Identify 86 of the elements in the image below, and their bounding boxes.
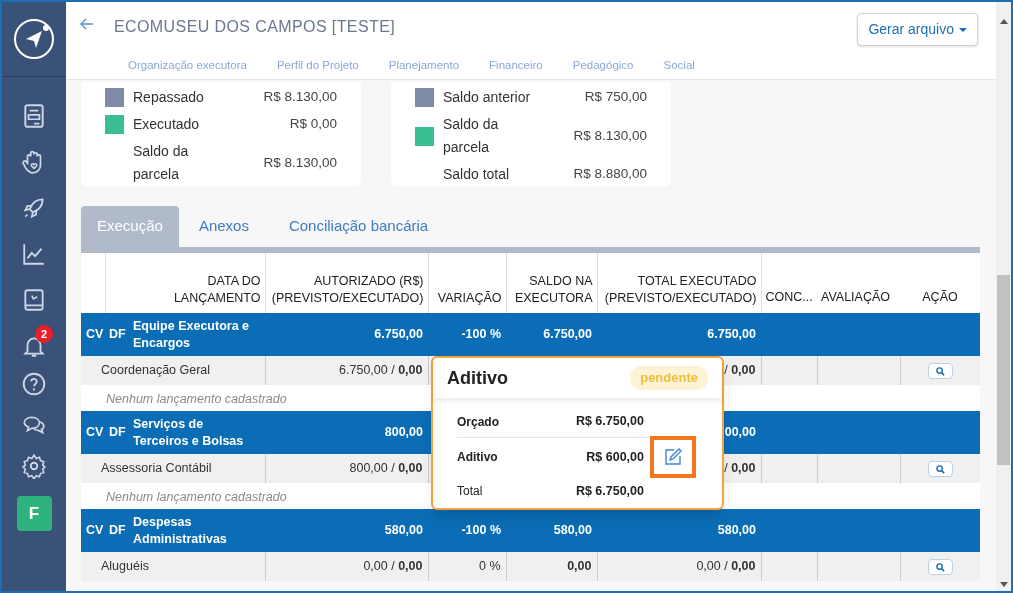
nav-link[interactable]: Perfil do Projeto [276, 57, 359, 75]
summary-value: R$ 8.130,00 [262, 88, 337, 107]
nav-link[interactable]: Financeiro [489, 57, 543, 75]
summary-value: R$ 8.130,00 [572, 126, 647, 145]
summary-label: Executado [133, 115, 201, 134]
tab[interactable]: Execução [81, 206, 179, 247]
table-cell: 580,00 [553, 523, 592, 538]
table-cell: 0,00 [567, 559, 592, 574]
generate-file-button[interactable]: Gerar arquivo [857, 13, 978, 46]
search-icon [935, 562, 945, 572]
table-cell: 00,00 [724, 425, 756, 440]
summary-label: Saldo da parcela [133, 142, 190, 184]
table-cell: / 0,00 [724, 461, 756, 476]
edit-icon [663, 447, 683, 467]
category-name: Serviços de Terceiros e Bolsas [133, 411, 265, 454]
category-name: Despesas Administrativas [133, 509, 265, 552]
popover-value: R$ 6.750,00 [575, 413, 644, 431]
rocket-icon[interactable] [21, 195, 47, 221]
nav-link[interactable]: Social [663, 57, 695, 75]
help-icon[interactable] [21, 371, 47, 397]
popover-value: R$ 600,00 [586, 448, 644, 466]
summary-value: R$ 750,00 [583, 88, 647, 107]
search-button[interactable] [927, 363, 953, 380]
back-arrow-icon[interactable] [80, 18, 94, 30]
summary-label: Saldo da parcela [443, 115, 500, 157]
table-cell: CV [81, 411, 105, 454]
column-header: CONC... [761, 253, 817, 313]
nav-link[interactable]: Pedagógico [572, 57, 634, 75]
table-cell: CV [81, 509, 105, 552]
status-badge: pendente [630, 366, 708, 390]
table-cell: 580,00 [384, 523, 423, 538]
table-cell: CV [81, 313, 105, 356]
summary-label: Saldo total [443, 165, 511, 184]
empty-message: Nenhum lançamento cadastrado [106, 490, 287, 504]
scroll-thumb[interactable] [997, 275, 1010, 465]
table-cell: -100 % [461, 327, 501, 342]
settings-icon[interactable] [21, 453, 47, 479]
table-cell: DF [105, 411, 133, 454]
scroll-down-icon[interactable] [999, 582, 1008, 587]
table-cell: 0 % [478, 559, 501, 574]
table-cell: 580,00 [717, 523, 756, 538]
user-avatar[interactable]: F [16, 496, 52, 531]
book-icon[interactable] [21, 287, 47, 313]
table-cell: Aluguéis [81, 552, 265, 581]
search-button[interactable] [927, 559, 953, 576]
table-cell: -100 % [461, 523, 501, 538]
popover-title: Aditivo [447, 366, 508, 390]
summary-value: R$ 8.880,00 [572, 165, 647, 184]
table-cell: DF [105, 509, 133, 552]
table-cell: 800,00 [384, 425, 423, 440]
search-icon [935, 464, 945, 474]
table-cell: 6.750,00 / 0,00 [339, 363, 423, 378]
table-cell: 6.750,00 [543, 327, 592, 342]
table-cell: 800,00 / 0,00 [349, 461, 423, 476]
table-cell: 0,00 / 0,00 [696, 559, 756, 574]
category-name: Equipe Executora e Encargos [133, 313, 265, 356]
table-cell: 6.750,00 [707, 327, 756, 342]
tab[interactable]: Anexos [184, 206, 263, 247]
table-cell: 0,00 / 0,00 [363, 559, 423, 574]
tab[interactable]: Conciliação bancária [274, 206, 443, 247]
column-header: AVALIAÇÃO [817, 253, 900, 313]
table-cell: / 0,00 [724, 363, 756, 378]
document-icon[interactable] [21, 103, 47, 129]
popover-value: R$ 6.750,00 [575, 482, 644, 500]
column-header: AÇÃO [900, 253, 980, 313]
search-icon [935, 366, 945, 376]
nav-link[interactable]: Organização executora [128, 57, 247, 75]
popover-label: Aditivo [457, 449, 499, 466]
summary-label: Repassado [133, 88, 205, 107]
popover-label: Orçado [457, 413, 500, 431]
table-cell: DF [105, 313, 133, 356]
logo-icon[interactable] [13, 18, 55, 60]
notification-badge: 2 [35, 325, 53, 343]
popover-label: Total [457, 483, 484, 500]
project-title: ECOMUSEU DOS CAMPOS [TESTE] [114, 17, 396, 37]
edit-button[interactable] [650, 436, 696, 478]
empty-message: Nenhum lançamento cadastrado [106, 392, 287, 406]
nav-link[interactable]: Planejamento [388, 57, 460, 75]
summary-value: R$ 8.130,00 [262, 153, 337, 172]
caret-icon [959, 27, 967, 32]
scroll-up-icon[interactable] [999, 19, 1008, 24]
chart-icon[interactable] [21, 241, 47, 267]
table-cell: 6.750,00 [374, 327, 423, 342]
search-button[interactable] [927, 461, 953, 478]
summary-value: R$ 0,00 [288, 115, 337, 134]
summary-label: Saldo anterior [443, 88, 532, 107]
